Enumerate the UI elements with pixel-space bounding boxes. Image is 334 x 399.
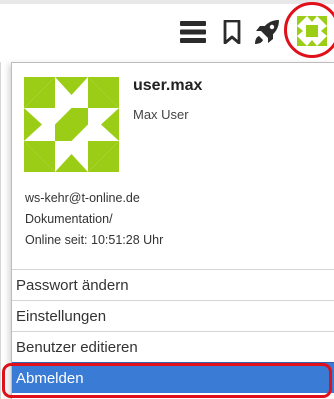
user-path: Dokumentation/ xyxy=(25,212,113,226)
online-since: Online seit: 10:51:28 Uhr xyxy=(25,233,164,247)
menu-item-label: Benutzer editieren xyxy=(16,339,138,356)
avatar-highlight-circle xyxy=(284,2,334,58)
menu-item-edit-user[interactable]: Benutzer editieren xyxy=(12,331,334,362)
user-identicon-avatar xyxy=(24,77,119,172)
menu-item-label: Abmelden xyxy=(16,370,84,387)
top-toolbar xyxy=(0,0,334,62)
rocket-icon xyxy=(255,20,279,44)
menu-item-label: Passwort ändern xyxy=(16,277,129,294)
menu-item-settings[interactable]: Einstellungen xyxy=(12,300,334,331)
user-menu-screenshot: user.max Max User ws-kehr@t-online.de Do… xyxy=(0,0,334,399)
username: user.max xyxy=(133,77,203,94)
user-email: ws-kehr@t-online.de xyxy=(25,191,140,205)
bookmark-icon xyxy=(223,20,241,44)
user-menu-list: Passwort ändern Einstellungen Benutzer e… xyxy=(12,269,334,393)
user-full-name: Max User xyxy=(133,107,189,122)
bookmark-button[interactable] xyxy=(217,17,247,47)
menu-button[interactable] xyxy=(178,17,208,47)
menu-icon xyxy=(180,21,206,43)
rocket-button[interactable] xyxy=(252,17,282,47)
menu-item-label: Einstellungen xyxy=(16,308,107,325)
menu-item-change-password[interactable]: Passwort ändern xyxy=(12,269,334,300)
user-dropdown-panel: user.max Max User ws-kehr@t-online.de Do… xyxy=(11,62,334,399)
menu-item-logout[interactable]: Abmelden xyxy=(12,362,334,393)
